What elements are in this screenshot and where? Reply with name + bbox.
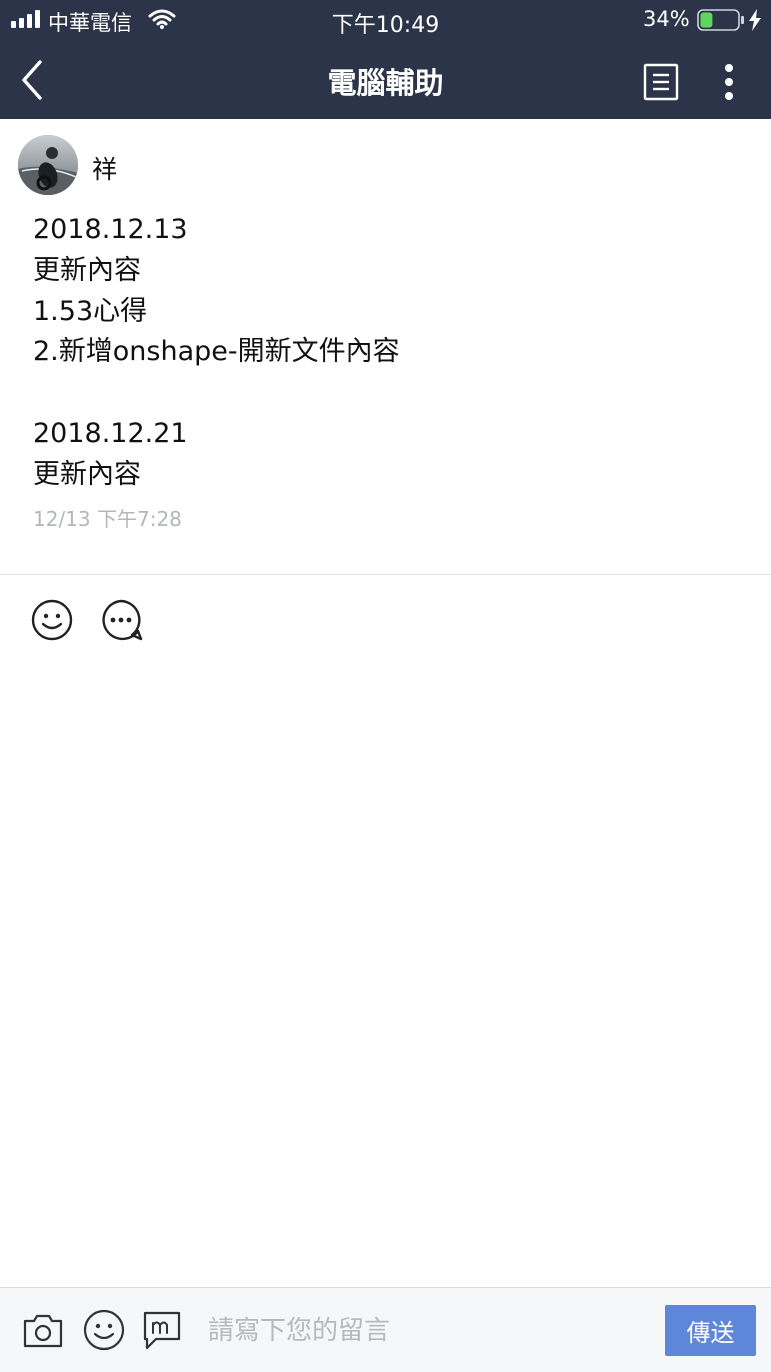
- charging-icon: [749, 9, 761, 31]
- avatar-photo: [18, 135, 78, 195]
- comment-icon[interactable]: [99, 598, 143, 642]
- post-line: 更新內容: [33, 458, 141, 490]
- post-line: 更新內容: [33, 254, 141, 286]
- author-name[interactable]: 祥: [92, 150, 117, 186]
- nav-bar: 電腦輔助: [0, 40, 771, 119]
- back-chevron-icon[interactable]: [18, 58, 48, 102]
- camera-icon[interactable]: [21, 1308, 65, 1352]
- post-body: 2018.12.13 更新內容 1.53心得 2.新增onshape-開新文件內…: [33, 210, 733, 496]
- send-button[interactable]: 傳送: [665, 1305, 756, 1356]
- sticker-icon[interactable]: [82, 1308, 126, 1352]
- status-bar: 中華電信 下午10:49 34%: [0, 0, 771, 40]
- battery-percent: 34%: [643, 7, 690, 31]
- divider: [0, 574, 771, 575]
- avatar[interactable]: [18, 135, 78, 195]
- post-line: [33, 373, 733, 414]
- post-line: 2018.12.21: [33, 417, 188, 449]
- post-line: 1.53心得: [33, 295, 148, 327]
- battery-icon: [697, 9, 744, 31]
- post-timestamp: 12/13 下午7:28: [33, 507, 182, 531]
- smiley-icon[interactable]: [30, 598, 74, 642]
- comment-composer: 傳送: [0, 1287, 771, 1372]
- list-icon[interactable]: [642, 62, 680, 102]
- top-bar: 中華電信 下午10:49 34% 電腦輔助: [0, 0, 771, 119]
- post-line: 2.新增onshape-開新文件內容: [33, 336, 400, 368]
- post-line: 2018.12.13: [33, 214, 188, 245]
- message-m-icon[interactable]: [140, 1308, 184, 1352]
- comment-input[interactable]: [206, 1308, 650, 1354]
- more-vertical-icon[interactable]: [716, 60, 742, 104]
